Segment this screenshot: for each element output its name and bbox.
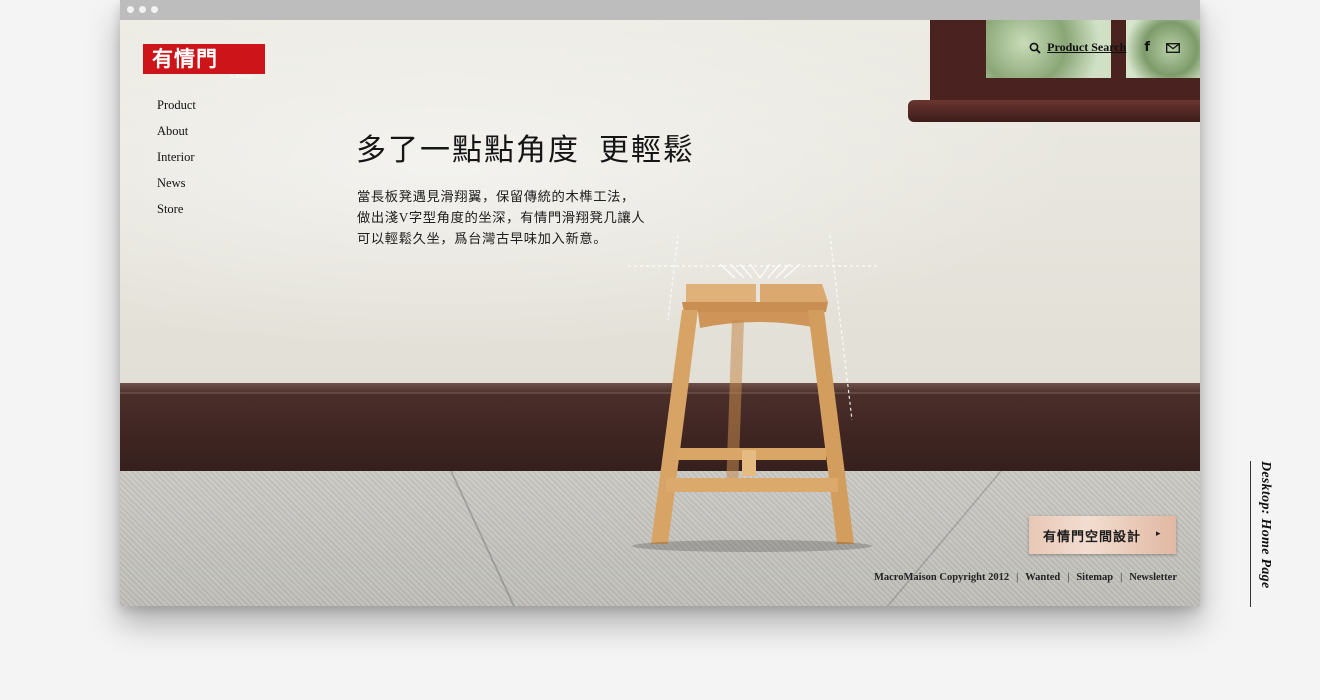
footer-link-sitemap[interactable]: Sitemap: [1076, 572, 1113, 583]
hero-body-line: 可以輕鬆久坐，爲台灣古早味加入新意。: [357, 231, 608, 246]
interior-design-promo-button[interactable]: 有情門空間設計 ▸: [1029, 516, 1176, 554]
footer-separator: |: [1067, 572, 1070, 583]
footer-link-newsletter[interactable]: Newsletter: [1129, 572, 1177, 583]
arrow-right-icon: ▸: [1156, 529, 1161, 539]
hero-body-line: 當長板凳遇見滑翔翼，保留傳統的木榫工法，: [357, 189, 635, 204]
window-dot-close[interactable]: [127, 6, 134, 13]
nav-item-about[interactable]: About: [157, 123, 196, 149]
window-dot-minimize[interactable]: [139, 6, 146, 13]
page-viewport: 有情門 & Design Product About Interior News…: [120, 20, 1200, 606]
copyright-text: MacroMaison Copyright 2012: [873, 572, 1010, 583]
main-nav: Product About Interior News Store: [157, 97, 196, 227]
product-search-link[interactable]: Product Search: [1029, 40, 1126, 55]
hero-headline: 多了一點點角度 更輕鬆: [356, 134, 695, 167]
page-caption: Desktop: Home Page: [1250, 461, 1273, 607]
hero-body-line: 做出淺V字型角度的坐深，有情門滑翔凳几讓人: [357, 210, 646, 225]
nav-item-interior[interactable]: Interior: [157, 149, 196, 175]
promo-label: 有情門空間設計: [1043, 529, 1142, 544]
footer-link-wanted[interactable]: Wanted: [1025, 572, 1060, 583]
top-utility-bar: Product Search f: [1029, 40, 1180, 55]
product-search-label: Product Search: [1047, 40, 1127, 54]
browser-toolbar: [120, 0, 1200, 20]
nav-item-product[interactable]: Product: [157, 97, 196, 123]
site-logo[interactable]: 有情門 & Design: [143, 44, 265, 80]
hero-body: 當長板凳遇見滑翔翼，保留傳統的木榫工法， 做出淺V字型角度的坐深，有情門滑翔凳几…: [357, 186, 677, 249]
logo-text: 有情門: [152, 47, 218, 71]
window-dot-maximize[interactable]: [151, 6, 158, 13]
footer-separator: |: [1016, 572, 1019, 583]
nav-item-store[interactable]: Store: [157, 201, 196, 227]
facebook-icon[interactable]: f: [1144, 40, 1150, 55]
footer-separator: |: [1120, 572, 1123, 583]
browser-window: 有情門 & Design Product About Interior News…: [120, 0, 1200, 606]
search-icon: [1029, 42, 1041, 54]
footer-bar: MacroMaison Copyright 2012 | Wanted | Si…: [874, 572, 1177, 583]
logo-subtext: & Design: [230, 74, 253, 80]
nav-item-news[interactable]: News: [157, 175, 196, 201]
mail-icon[interactable]: [1166, 42, 1180, 53]
